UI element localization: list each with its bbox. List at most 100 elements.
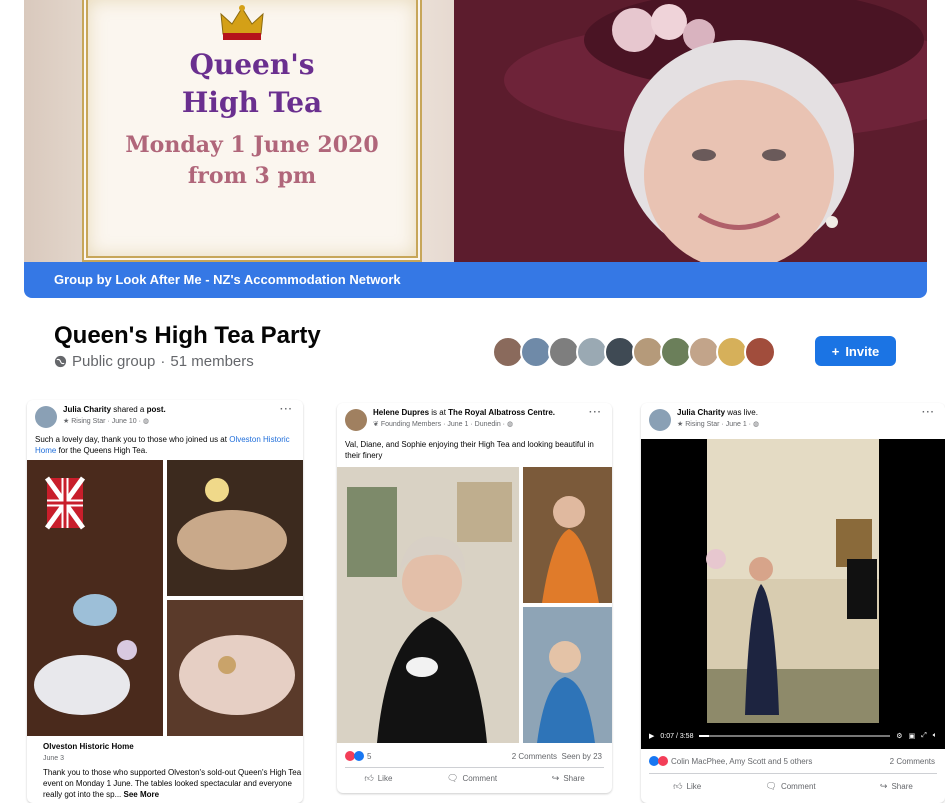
comment-button[interactable]: 🗨︎ Comment — [766, 781, 816, 792]
post-target[interactable]: post. — [147, 405, 166, 414]
author-badge: Rising Star — [685, 421, 720, 428]
comment-label: Comment — [462, 774, 498, 783]
post-action: is at — [431, 408, 446, 417]
fullscreen-icon[interactable]: ⤢ — [921, 732, 927, 740]
post-header: Julia Charity shared a post. ★ Rising St… — [27, 400, 303, 430]
group-by-bar[interactable]: Group by Look After Me - NZ's Accommodat… — [24, 262, 927, 298]
invite-button[interactable]: + Invite — [815, 336, 896, 366]
post-card: Helene Dupres is at The Royal Albatross … — [337, 403, 612, 793]
member-avatars[interactable] — [492, 336, 776, 368]
author-name[interactable]: Julia Charity — [63, 405, 111, 414]
photo-grid[interactable] — [27, 460, 303, 736]
like-button[interactable]: 👍︎ Like — [673, 781, 701, 792]
comments-count[interactable]: 2 Comments — [512, 752, 557, 761]
seen-by[interactable]: Seen by 23 — [562, 752, 602, 761]
comment-button[interactable]: 🗨︎ Comment — [447, 773, 497, 784]
live-video-player[interactable]: ▶ 0:07 / 3:58 ⚙ ▣ ⤢ 🔈︎ — [641, 439, 945, 749]
author-badge: Founding Members — [380, 421, 442, 428]
badge-icon: ★ — [63, 418, 70, 425]
reaction-summary[interactable]: 5 — [345, 751, 371, 761]
author-name[interactable]: Helene Dupres — [373, 408, 429, 417]
post-action: shared a — [113, 405, 145, 414]
group-name: Queen's High Tea Party — [54, 322, 321, 349]
reaction-summary[interactable]: Colin MacPhee, Amy Scott and 5 others — [649, 756, 812, 766]
author-avatar[interactable] — [345, 409, 367, 431]
post-subline: ❦ Founding Members · June 1 · Dunedin · … — [373, 421, 514, 428]
divider — [345, 767, 604, 768]
link-title[interactable]: Olveston Historic Home — [43, 742, 134, 751]
share-icon: ↪ — [551, 773, 560, 783]
divider — [649, 773, 937, 774]
globe-icon: ◍ — [752, 421, 760, 428]
post-date[interactable]: June 1 — [447, 421, 468, 428]
share-label: Share — [891, 782, 913, 791]
author-avatar[interactable] — [35, 406, 57, 428]
cover-title-line1: Queen's — [189, 48, 315, 81]
post-date[interactable]: June 1 — [726, 421, 747, 428]
author-name[interactable]: Julia Charity — [677, 408, 725, 417]
thumbs-up-icon: 👍︎ — [364, 773, 374, 783]
post-text-prefix: Such a lovely day, thank you to those wh… — [35, 435, 227, 444]
post-header: Helene Dupres is at The Royal Albatross … — [337, 403, 612, 433]
privacy-label[interactable]: Public group — [72, 353, 155, 370]
post-author-line: Julia Charity shared a post. — [63, 405, 166, 414]
share-button[interactable]: ↪ Share — [880, 781, 913, 792]
share-icon: ↪ — [879, 781, 888, 791]
post-text: Val, Diane, and Sophie enjoying their Hi… — [345, 440, 594, 460]
cover-time: from 3 pm — [187, 163, 317, 189]
post-actions: 👍︎ Like 🗨︎ Comment ↪ Share — [337, 773, 612, 784]
badge-icon: ★ — [677, 421, 684, 428]
post-location[interactable]: Dunedin — [475, 421, 501, 428]
volume-icon[interactable]: 🔈︎ — [933, 732, 937, 740]
post-author-line: Julia Charity was live. — [677, 408, 758, 417]
comment-icon: 🗨︎ — [765, 781, 777, 791]
more-options-icon[interactable]: ··· — [280, 404, 293, 415]
play-icon[interactable]: ▶ — [649, 732, 654, 740]
link-body-text: Thank you to those who supported Olvesto… — [43, 768, 302, 799]
post-card: Julia Charity was live. ★ Rising Star · … — [641, 403, 945, 803]
see-more-link[interactable]: See More — [124, 790, 160, 799]
post-target[interactable]: The Royal Albatross Centre. — [448, 408, 555, 417]
video-progress-bar[interactable] — [699, 735, 891, 737]
share-button[interactable]: ↪ Share — [552, 773, 585, 784]
author-avatar[interactable] — [649, 409, 671, 431]
link-preview[interactable]: Olveston Historic Home June 3 Thank you … — [35, 736, 301, 803]
post-subline: ★ Rising Star · June 10 · ◍ — [63, 418, 149, 425]
more-options-icon[interactable]: ··· — [589, 407, 602, 418]
comments-count[interactable]: 2 Comments — [890, 757, 935, 766]
post-card: Julia Charity shared a post. ★ Rising St… — [27, 400, 303, 803]
more-options-icon[interactable]: ··· — [922, 407, 935, 418]
globe-icon — [54, 355, 67, 368]
pip-icon[interactable]: ▣ — [909, 732, 916, 740]
member-avatar[interactable] — [744, 336, 776, 368]
globe-icon: ◍ — [506, 421, 514, 428]
globe-icon: ◍ — [142, 418, 149, 425]
cover-photo[interactable]: Queen's High Tea Monday 1 June 2020 from… — [24, 0, 927, 262]
comment-label: Comment — [780, 782, 816, 791]
photo-grid[interactable] — [337, 467, 612, 743]
badge-icon: ❦ — [373, 421, 379, 428]
photo-high-tea-guests[interactable] — [337, 467, 612, 743]
comment-icon: 🗨︎ — [447, 773, 459, 783]
reactors: Colin MacPhee, Amy Scott and 5 others — [671, 756, 813, 766]
queen-portrait — [454, 0, 927, 262]
group-by-text[interactable]: Group by Look After Me - NZ's Accommodat… — [54, 272, 401, 287]
link-date: June 3 — [43, 755, 65, 762]
post-subline: ★ Rising Star · June 1 · ◍ — [677, 421, 760, 428]
plus-icon: + — [831, 343, 840, 359]
settings-icon[interactable]: ⚙ — [896, 732, 902, 740]
post-actions: 👍︎ Like 🗨︎ Comment ↪ Share — [641, 781, 945, 792]
post-action: was live. — [727, 408, 758, 417]
like-button[interactable]: 👍︎ Like — [364, 773, 392, 784]
post-text-suffix: for the Queens High Tea. — [58, 446, 148, 455]
members-count[interactable]: 51 members — [170, 353, 253, 370]
photo-olveston-hall[interactable] — [27, 460, 303, 736]
video-controls: ▶ 0:07 / 3:58 ⚙ ▣ ⤢ 🔈︎ — [641, 723, 945, 749]
reaction-count: 5 — [367, 751, 372, 761]
author-badge: Rising Star — [71, 418, 106, 425]
meta-separator: · — [160, 353, 166, 370]
group-page: Queen's High Tea Monday 1 June 2020 from… — [0, 0, 945, 803]
post-date[interactable]: June 10 — [112, 418, 137, 425]
invite-label: Invite — [845, 343, 880, 359]
love-reaction-icon — [658, 756, 668, 766]
